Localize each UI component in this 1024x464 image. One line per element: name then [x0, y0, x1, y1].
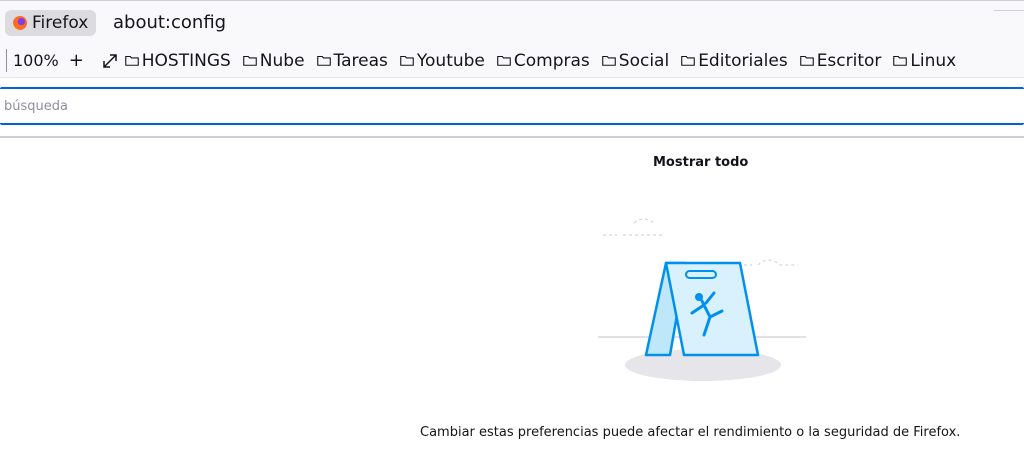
bookmark-folder-social[interactable]: Social	[601, 50, 670, 71]
bookmark-label: Youtube	[416, 50, 485, 71]
folder-icon	[799, 55, 814, 66]
folder-icon	[893, 55, 908, 66]
search-box	[0, 87, 1024, 125]
bookmark-label: Linux	[910, 50, 957, 71]
bookmark-folder-youtube[interactable]: Youtube	[400, 51, 485, 71]
bookmark-folder-nube[interactable]: Nube	[242, 50, 305, 71]
bookmark-folder-compras[interactable]: Compras	[497, 51, 590, 71]
bookmark-folder-editoriales[interactable]: Editoriales	[681, 51, 788, 71]
warning-text: Cambiar estas preferencias puede afectar…	[420, 425, 961, 440]
wet-floor-sign-illustration	[598, 218, 806, 381]
identity-box[interactable]: Firefox	[5, 10, 97, 36]
url-bar: Firefox about:config	[0, 0, 1024, 44]
url-bar-edge	[994, 1, 1024, 11]
preference-search-input[interactable]	[0, 89, 1024, 123]
folder-icon	[316, 55, 331, 66]
folder-icon	[400, 55, 414, 66]
bookmark-label: Social	[618, 50, 670, 71]
url-input[interactable]: about:config	[113, 12, 226, 33]
identity-label: Firefox	[32, 13, 89, 33]
folder-icon	[497, 55, 511, 66]
folder-icon	[601, 55, 616, 66]
divider	[0, 136, 1024, 138]
folder-icon	[242, 55, 257, 66]
bookmarks-toolbar: 100% + HOSTINGS Nube Tareas Youtube Compras S…	[0, 44, 1024, 78]
bookmark-folder-tareas[interactable]: Tareas	[316, 50, 388, 71]
bookmark-folder-linux[interactable]: Linux	[893, 51, 956, 71]
bookmark-label: Tareas	[333, 50, 388, 71]
bookmark-label: Editoriales	[698, 50, 788, 71]
folder-icon	[681, 55, 695, 66]
zoom-reset-button[interactable]: 100%	[6, 49, 63, 72]
bookmark-label: Escritor	[816, 50, 882, 71]
bookmark-label: Nube	[259, 50, 305, 71]
bookmark-folder-escritor[interactable]: Escritor	[799, 50, 882, 71]
bookmark-label: Compras	[513, 50, 590, 71]
bookmark-list: HOSTINGS Nube Tareas Youtube Compras Social Ed…	[117, 51, 956, 71]
folder-icon	[124, 55, 139, 66]
expand-arrows-icon[interactable]	[103, 53, 117, 68]
bookmark-label: HOSTINGS	[141, 50, 231, 71]
zoom-in-button[interactable]: +	[69, 50, 85, 71]
firefox-logo-icon	[13, 16, 27, 30]
bookmark-folder-hostings[interactable]: HOSTINGS	[124, 50, 231, 71]
show-all-button[interactable]: Mostrar todo	[653, 155, 748, 170]
